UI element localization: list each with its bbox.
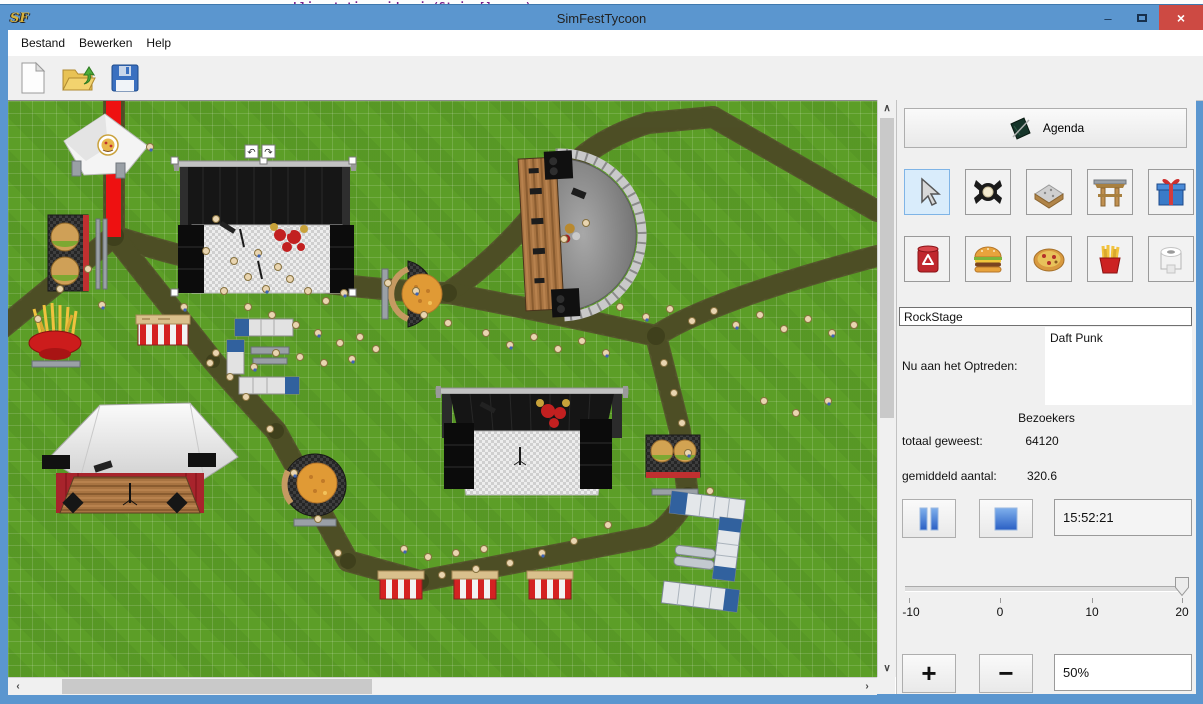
horizontal-scroll-thumb[interactable] [62,679,372,694]
scroll-up-button[interactable]: ∧ [878,100,896,117]
food-tent[interactable] [64,114,148,178]
slider-label-max: 20 [1175,605,1188,619]
cursor-icon [911,176,943,208]
zoom-level-display: 50% [1054,654,1192,691]
rock-stage[interactable]: ↶ ↷ [171,145,356,296]
trash-bin-tool-button[interactable] [904,236,950,282]
striped-barrier-1[interactable] [378,571,424,599]
rotate-left-handle[interactable]: ↶ [247,148,255,159]
striped-barrier-2[interactable] [452,571,498,599]
stage-frame-icon [1091,175,1129,209]
agenda-button[interactable]: Agenda [904,108,1187,148]
scroll-down-button[interactable]: ∨ [878,660,896,677]
stop-icon [993,507,1019,531]
stage-name-input[interactable] [899,307,1192,326]
window-border-left [0,30,8,704]
trash-bin-icon [909,242,945,276]
festival-map[interactable]: ↶ ↷ [8,100,877,678]
now-performing-box: Daft Punk [1045,327,1192,405]
hamburger-stand-tool-button[interactable] [965,236,1011,282]
scroll-left-button[interactable]: ‹ [8,678,28,695]
map-horizontal-scrollbar[interactable]: ‹ › [8,677,877,695]
maximize-icon [1137,14,1147,22]
visitors-avg-value: 320.6 [997,469,1087,483]
tent-stage[interactable] [42,403,238,513]
visitors-header: Bezoekers [897,411,1196,425]
window-border-bottom [0,694,1203,704]
slider-track[interactable] [905,586,1186,592]
menu-bar: Bestand Bewerken Help [8,30,1203,57]
now-performing-value: Daft Punk [1050,331,1103,345]
fries-stand-tool-button[interactable] [1087,236,1133,282]
open-file-button[interactable] [60,62,98,94]
visitors-total-value: 64120 [997,434,1087,448]
clock-display: 15:52:21 [1054,499,1192,536]
spotlight-tool-button[interactable] [965,169,1011,215]
fries-icon [1092,241,1128,277]
hamburger-stand-left[interactable] [48,215,107,291]
window-title: SimFestTycoon [0,11,1203,26]
pizza-stand-tool-button[interactable] [1026,236,1072,282]
zoom-out-button[interactable]: − [979,654,1033,693]
striped-barrier-3[interactable] [527,571,573,599]
close-button[interactable]: × [1159,5,1203,31]
slider-thumb[interactable] [1174,576,1191,597]
visitors-total-label: totaal geweest: [902,434,983,448]
slider-label-0: 0 [997,605,1004,619]
stop-button[interactable] [979,499,1033,538]
spotlight-icon [971,176,1005,208]
pipe-stack [674,545,716,570]
agenda-button-label: Agenda [1043,121,1084,135]
menu-bewerken[interactable]: Bewerken [79,36,132,50]
slider-label-min: -10 [902,605,919,619]
pizza-stand-bottom[interactable] [284,454,346,526]
side-panel: Agenda [896,100,1196,694]
new-file-icon [36,63,44,71]
scrollbar-corner [877,677,895,694]
save-file-button[interactable] [110,63,140,93]
gift-shop-tool-button[interactable] [1148,169,1194,215]
zoom-in-button[interactable]: + [902,654,956,693]
slider-label-10: 10 [1085,605,1098,619]
scroll-right-button[interactable]: › [857,678,877,695]
striped-stand[interactable] [136,315,190,345]
menu-bestand[interactable]: Bestand [21,36,65,50]
now-performing-label: Nu aan het Optreden: [902,359,1017,373]
menu-help[interactable]: Help [146,36,171,50]
dome-stage[interactable] [518,147,646,319]
stage-floor-tool-button[interactable] [1026,169,1072,215]
now-performing-label-area: Nu aan het Optreden: [899,327,1045,405]
vertical-scroll-thumb[interactable] [880,118,894,418]
select-tool-button[interactable] [904,169,950,215]
pause-icon [917,507,941,531]
stage-floor-icon [1029,174,1069,210]
title-bar: SF SimFestTycoon – × [0,4,1203,31]
hamburger-icon [968,242,1008,276]
rotate-right-handle[interactable]: ↷ [264,148,273,159]
festival-stage[interactable] [436,386,628,495]
pause-button[interactable] [902,499,956,538]
toolbar [8,56,1203,101]
maximize-button[interactable] [1125,5,1159,31]
toilet-tool-button[interactable] [1148,236,1194,282]
agenda-book-icon [1007,115,1033,141]
stage-frame-tool-button[interactable] [1087,169,1133,215]
speed-slider[interactable]: -10 0 10 20 [905,570,1192,630]
minimize-button[interactable]: – [1091,5,1125,31]
pizza-stand-top[interactable] [382,261,442,327]
window-border-right [1195,30,1203,704]
map-vertical-scrollbar[interactable]: ∧ ∨ [877,100,896,677]
container-wall[interactable] [661,491,745,612]
toilet-paper-icon [1153,241,1189,277]
gift-icon [1152,174,1190,210]
visitors-avg-label: gemiddeld aantal: [902,469,997,483]
pizza-icon [1030,242,1068,276]
new-file-button[interactable] [18,61,48,95]
save-file-icon [119,66,131,76]
